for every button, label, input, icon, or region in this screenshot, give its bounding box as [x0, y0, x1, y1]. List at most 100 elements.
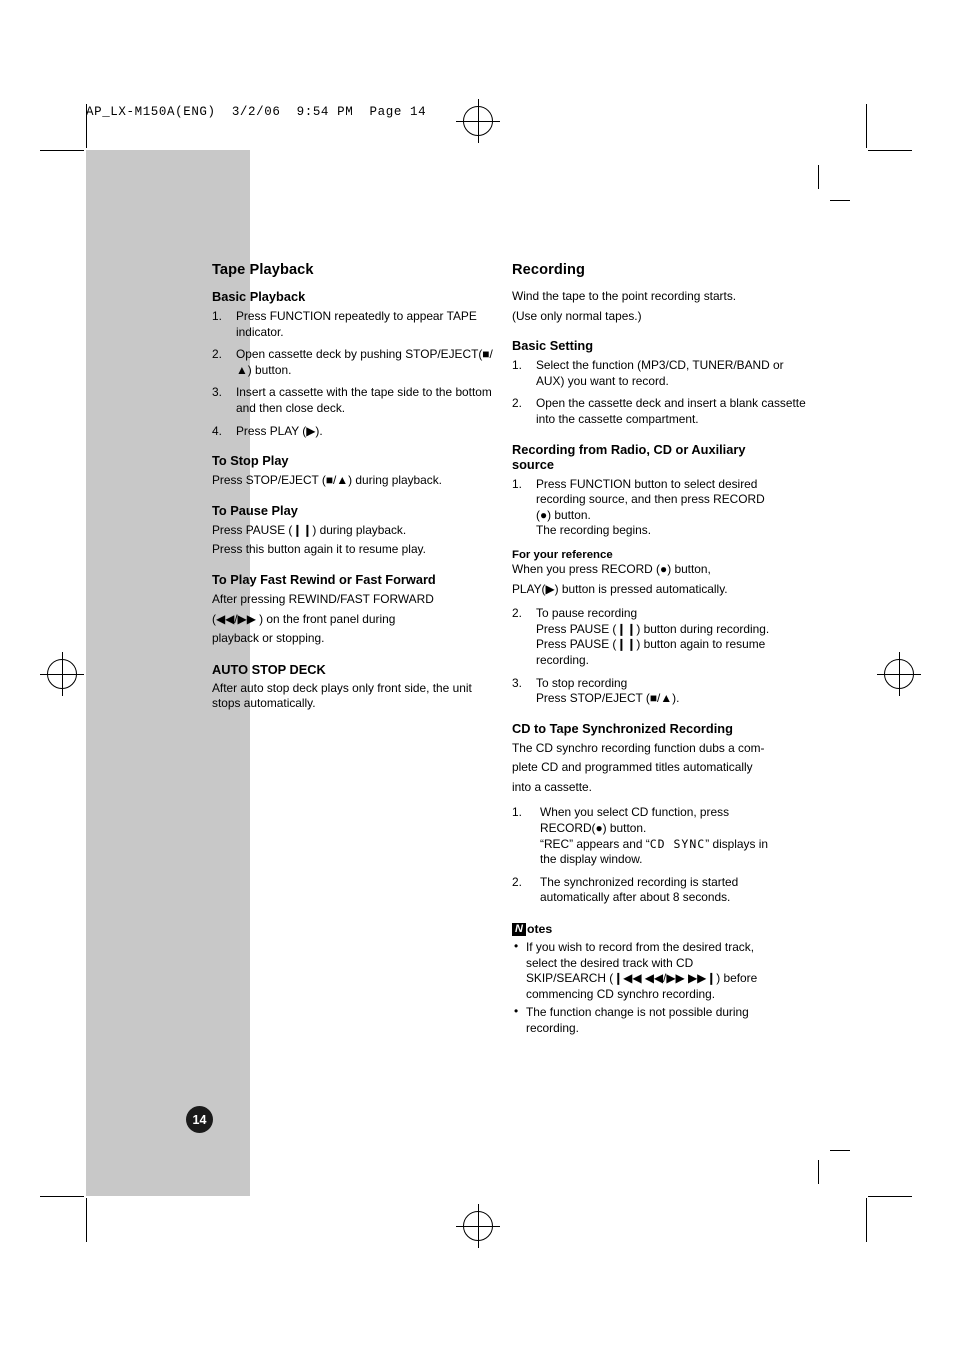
crop-mark-top-right-v: [866, 104, 867, 148]
list-number: 3.: [512, 675, 522, 690]
bullet-icon: •: [514, 1004, 519, 1019]
crop-mark-top-left: [40, 150, 84, 151]
registration-mark-left: [40, 652, 84, 696]
crop-mark-bottom-left-v: [86, 1198, 87, 1242]
list-text-line-3a: “REC” appears and “: [540, 836, 650, 851]
note-line-2: select the desired track with CD: [526, 955, 694, 970]
heading-fast-rewind-forward: To Play Fast Rewind or Fast Forward: [212, 571, 436, 587]
list-number: 2.: [512, 874, 522, 889]
crop-mark-top-right: [868, 150, 912, 151]
note-line-3: SKIP/SEARCH (❙◀◀ ◀◀/▶▶ ▶▶❙) before: [526, 971, 758, 986]
text-cd-sync-1: The CD synchro recording function dubs a…: [512, 740, 765, 755]
crop-mark-bottom-right: [868, 1196, 912, 1197]
text-auto-stop-deck: After auto stop deck plays only front si…: [212, 680, 472, 711]
list-item: 2. To pause recording Press PAUSE (❙❙) b…: [512, 606, 812, 668]
list-text-line-3: (●) button.: [536, 507, 591, 522]
heading-basic-playback: Basic Playback: [212, 289, 306, 304]
notes-label: otes: [526, 922, 553, 937]
list-number: 1.: [512, 358, 522, 373]
list-text: Open the cassette deck and insert a blan…: [536, 396, 806, 426]
list-cd-sync: 1. When you select CD function, press RE…: [512, 805, 812, 906]
text-recording-intro-2: (Use only normal tapes.): [512, 308, 642, 323]
list-text: Select the function (MP3/CD, TUNER/BAND …: [536, 358, 784, 388]
list-item: 3. To stop recording Press STOP/EJECT (■…: [512, 676, 812, 707]
list-text-line-2: Press PAUSE (❙❙) button during recording…: [536, 621, 770, 636]
list-basic-playback: 1. Press FUNCTION repeatedly to appear TA…: [212, 309, 502, 439]
list-item: 4. Press PLAY (▶).: [212, 424, 502, 440]
list-item: 2. Open the cassette deck and insert a bl…: [512, 396, 812, 427]
text-recording-intro-1: Wind the tape to the point recording sta…: [512, 289, 737, 303]
heading-line-1: Recording from Radio, CD or Auxiliary: [512, 441, 746, 457]
list-number: 1.: [212, 309, 222, 323]
fold-mark-lower-right: [830, 1150, 850, 1151]
list-text-line-3b: ” displays in: [705, 836, 768, 851]
list-number: 1.: [512, 805, 522, 820]
display-text-cd-sync: CD SYNC: [649, 836, 706, 851]
list-text-line-2: Press STOP/EJECT (■/▲).: [536, 691, 680, 706]
list-recording-from-source: 1. Press FUNCTION button to select desir…: [512, 477, 812, 539]
right-column: Recording Wind the tape to the point rec…: [512, 262, 812, 1040]
list-item: 2. The synchronized recording is started…: [512, 875, 812, 906]
list-text: Insert a cassette with the tape side to …: [236, 385, 492, 415]
registration-mark-top: [456, 99, 500, 143]
list-item: • If you wish to record from the desired…: [512, 939, 812, 1002]
list-number: 2.: [512, 606, 522, 621]
note-line-1: If you wish to record from the desired t…: [526, 940, 754, 955]
list-text-line-1: To stop recording: [536, 675, 628, 690]
note-line-4: commencing CD synchro recording.: [526, 986, 716, 1001]
list-item: 2. Open cassette deck by pushing STOP/EJE…: [212, 347, 502, 378]
list-item: 1. Press FUNCTION repeatedly to appear TA…: [212, 309, 502, 340]
heading-recording-from-source: Recording from Radio, CD or Auxiliary so…: [512, 442, 812, 472]
text-to-pause-play-2: Press this button again it to resume pla…: [212, 542, 426, 557]
heading-cd-sync-recording: CD to Tape Synchronized Recording: [512, 720, 733, 736]
list-item: 1. Select the function (MP3/CD, TUNER/BAN…: [512, 358, 812, 389]
text-to-stop-play: Press STOP/EJECT (■/▲) during playback.: [212, 473, 442, 488]
list-item: 1. When you select CD function, press RE…: [512, 805, 812, 867]
list-number: 2.: [512, 396, 522, 411]
heading-to-stop-play: To Stop Play: [212, 453, 289, 469]
list-text-line-1: Press FUNCTION button to select desired: [536, 476, 758, 491]
list-item: 1. Press FUNCTION button to select desir…: [512, 477, 812, 539]
bullet-icon: •: [514, 939, 519, 954]
list-item: • The function change is not possible du…: [512, 1004, 812, 1036]
left-column: Tape Playback Basic Playback 1. Press FUN…: [212, 262, 502, 716]
text-fast-rewind-1: After pressing REWIND/FAST FORWARD: [212, 591, 434, 606]
text-to-pause-play-1: Press PAUSE (❙❙) during playback.: [212, 522, 407, 537]
crop-mark-bottom-right-v: [866, 1198, 867, 1242]
fold-mark-upper-right-v: [818, 165, 819, 189]
notes-heading: N otes: [512, 922, 812, 936]
section-title-recording: Recording: [512, 262, 586, 278]
crop-mark-bottom-left: [40, 1196, 84, 1197]
list-notes: • If you wish to record from the desired…: [512, 939, 812, 1037]
list-text-line-1: The synchronized recording is started: [540, 874, 739, 889]
page-number: 14: [186, 1106, 213, 1133]
note-line-2: recording.: [526, 1021, 579, 1035]
list-number: 1.: [512, 476, 522, 491]
list-text-line-2: recording source, and then press RECORD: [536, 492, 765, 507]
text-cd-sync-2: plete CD and programmed titles automatic…: [512, 760, 753, 775]
list-number: 3.: [212, 385, 222, 400]
note-line-1: The function change is not possible duri…: [526, 1005, 749, 1020]
list-text-line-4: The recording begins.: [536, 523, 652, 538]
list-text-line-2: automatically after about 8 seconds.: [540, 890, 731, 905]
text-fyr-1: When you press RECORD (●) button,: [512, 561, 711, 576]
list-text-line-2: RECORD(●) button.: [540, 821, 647, 836]
heading-line-2: source: [512, 456, 554, 472]
list-item: 3. Insert a cassette with the tape side t…: [212, 385, 502, 416]
text-cd-sync-3: into a cassette.: [512, 779, 592, 794]
fold-mark-lower-right-v: [818, 1160, 819, 1184]
list-number: 2.: [212, 347, 222, 362]
list-text-line-4: recording.: [536, 652, 589, 667]
list-text-line-1: When you select CD function, press: [540, 805, 730, 820]
print-header: AP_LX-M150A(ENG) 3/2/06 9:54 PM Page 14: [86, 105, 427, 119]
list-text-line-1: To pause recording: [536, 606, 638, 621]
list-number: 4.: [212, 423, 222, 438]
notes-badge-icon: N: [512, 922, 526, 936]
text-fast-rewind-2: (◀◀/▶▶ ) on the front panel during: [212, 611, 396, 626]
list-text-line-3: Press PAUSE (❙❙) button again to resume: [536, 637, 766, 652]
text-fast-rewind-3: playback or stopping.: [212, 631, 325, 646]
list-basic-setting: 1. Select the function (MP3/CD, TUNER/BAN…: [512, 358, 812, 427]
list-text: Press FUNCTION repeatedly to appear TAPE…: [236, 309, 477, 339]
list-text-line-4: the display window.: [540, 852, 643, 867]
registration-mark-bottom: [456, 1204, 500, 1248]
